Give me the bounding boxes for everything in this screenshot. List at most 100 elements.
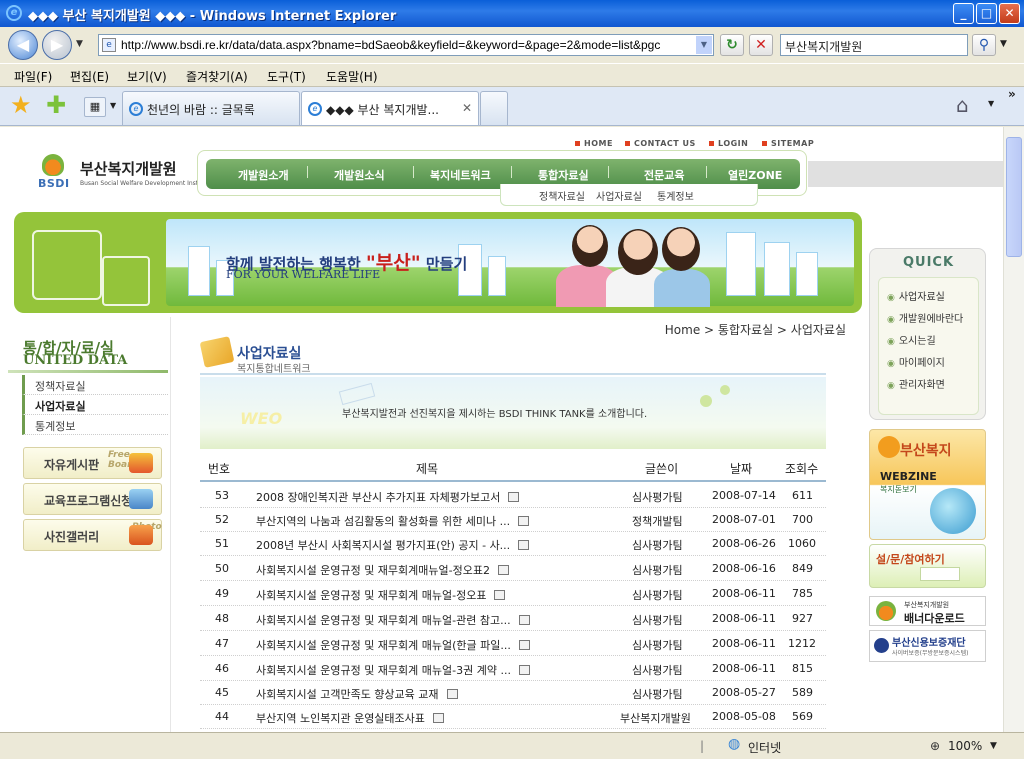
education-signup-button[interactable]: 교육프로그램신청	[23, 483, 162, 515]
menu-favorites[interactable]: 즐겨찾기(A)	[186, 68, 248, 85]
menu-file[interactable]: 파일(F)	[14, 68, 52, 85]
tab-list-icon[interactable]: ▼	[110, 101, 116, 110]
row-subject-link[interactable]: 2008 장애인복지관 부산시 추가지표 자체평가보고서	[256, 489, 556, 505]
quick-suggestions[interactable]: 개발원에바란다	[887, 310, 963, 325]
row-writer: 심사평가팀	[632, 564, 683, 577]
menu-help[interactable]: 도움말(H)	[326, 68, 378, 85]
sidebar-item-statistics[interactable]: 통계정보	[22, 415, 168, 435]
table-row: 49 사회복지시설 운영규정 및 재무회계 매뉴얼-정오표 심사평가팀 2008…	[200, 582, 826, 606]
site-logo[interactable]: BSDI 부산복지개발원 Busan Social Welfare Develo…	[38, 154, 212, 198]
quick-admin[interactable]: 관리자화면	[887, 376, 945, 391]
browser-window: e ◆◆◆ 부산 복지개발원 ◆◆◆ - Windows Internet Ex…	[0, 0, 1024, 759]
row-no: 48	[215, 612, 229, 625]
tab-bsdi[interactable]: e ◆◆◆ 부산 복지개발... ✕	[301, 91, 479, 125]
nav-news[interactable]: 개발원소식	[334, 167, 385, 183]
search-options-icon[interactable]: ▼	[1000, 39, 1007, 49]
credit-foundation-banner[interactable]: 부산신용보증재단 사이버보증(무방문보증시스템)	[869, 630, 986, 662]
paper-plane-icon	[338, 382, 376, 406]
subnav-statistics[interactable]: 통계정보	[657, 188, 694, 203]
globe-icon: ◍	[728, 736, 741, 752]
nav-education[interactable]: 전문교육	[644, 167, 684, 183]
free-board-button[interactable]: 자유게시판 Free Board	[23, 447, 162, 479]
add-favorites-icon[interactable]: ✚	[46, 93, 66, 117]
quick-directions[interactable]: 오시는길	[887, 332, 936, 347]
nav-separator	[608, 166, 609, 178]
close-button[interactable]: ✕	[999, 3, 1020, 24]
nav-separator	[413, 166, 414, 178]
row-date: 2008-05-08	[712, 710, 776, 723]
address-bar[interactable]: e http://www.bsdi.re.kr/data/data.aspx?b…	[98, 34, 714, 56]
search-icon[interactable]: ⚲	[972, 34, 996, 56]
vertical-scrollbar[interactable]	[1003, 127, 1024, 732]
nav-about[interactable]: 개발원소개	[238, 167, 289, 183]
home-icon[interactable]: ⌂	[956, 93, 969, 117]
row-writer: 심사평가팀	[632, 491, 683, 504]
globe-icon	[930, 488, 976, 534]
subnav-business[interactable]: 사업자료실	[596, 188, 642, 203]
row-subject-link[interactable]: 사회복지시설 운영규정 및 재무회계 매뉴얼(한글 파일...	[256, 637, 556, 653]
address-dropdown-icon[interactable]: ▼	[696, 36, 712, 54]
quick-menu-title: QUICK	[902, 255, 955, 270]
sidebar-item-business[interactable]: 사업자료실	[22, 395, 168, 415]
logo-mark-icon	[42, 154, 64, 176]
favorites-star-icon[interactable]: ★	[10, 93, 32, 117]
maximize-button[interactable]: □	[976, 3, 997, 24]
quick-mypage[interactable]: 마이페이지	[887, 354, 945, 369]
row-subject-link[interactable]: 사회복지시설 운영규정 및 재무회계매뉴얼-정오표2	[256, 562, 556, 578]
bsdi-logo-icon	[876, 601, 896, 621]
nav-open-zone[interactable]: 열린ZONE	[728, 167, 782, 183]
row-subject-link[interactable]: 사회복지시설 운영규정 및 재무회계 매뉴얼-정오표	[256, 587, 556, 603]
quick-business-data[interactable]: 사업자료실	[887, 288, 945, 303]
search-input[interactable]: 부산복지개발원	[780, 34, 968, 56]
home-link[interactable]: HOME	[575, 139, 613, 148]
house-icon	[920, 567, 960, 581]
row-subject-link[interactable]: 사회복지시설 고객만족도 향상교육 교재	[256, 686, 556, 702]
back-button[interactable]: ◀	[8, 30, 38, 60]
close-tab-icon[interactable]: ✕	[462, 101, 472, 115]
balloon-icon	[720, 385, 730, 395]
menu-view[interactable]: 보기(V)	[127, 68, 167, 85]
login-link[interactable]: LOGIN	[709, 139, 748, 148]
sidebar-item-policy[interactable]: 정책자료실	[22, 375, 168, 395]
sitemap-link[interactable]: SITEMAP	[762, 139, 814, 148]
subnav-policy[interactable]: 정책자료실	[539, 188, 585, 203]
tab-blog[interactable]: e 천년의 바람 :: 글목록	[122, 91, 300, 125]
row-subject-link[interactable]: 부산지역 노인복지관 운영실태조사표	[256, 710, 556, 726]
intro-box: WEO 부산복지발전과 선진복지을 제시하는 BSDI THINK TANK를 …	[200, 377, 826, 449]
new-tab-button[interactable]	[480, 91, 508, 125]
file-attachment-icon	[518, 516, 530, 526]
forward-button[interactable]: ▶	[42, 30, 72, 60]
survey-banner[interactable]: 설/문/참여하기	[869, 544, 986, 588]
zoom-level[interactable]: 100%	[948, 739, 982, 753]
photo-gallery-button[interactable]: 사진갤러리 Photo	[23, 519, 162, 551]
address-url[interactable]: http://www.bsdi.re.kr/data/data.aspx?bna…	[121, 38, 691, 52]
zoom-dropdown-icon[interactable]: ▼	[990, 741, 997, 751]
zoom-icon[interactable]: ⊕	[930, 739, 940, 753]
menu-edit[interactable]: 편집(E)	[70, 68, 109, 85]
quick-tabs-icon[interactable]: ▦	[84, 97, 106, 117]
webzine-banner[interactable]: 부산복지 WEBZINE 복지돋보기	[869, 429, 986, 540]
file-attachment-icon	[497, 565, 509, 575]
menu-tools[interactable]: 도구(T)	[267, 68, 306, 85]
table-row: 51 2008년 부산시 사회복지시설 평가지표(안) 공지 - 사... 심사…	[200, 532, 826, 556]
minimize-button[interactable]: _	[953, 3, 974, 24]
row-subject-link[interactable]: 사회복지시설 운영규정 및 재무회계 매뉴얼-3권 계약 ...	[256, 662, 556, 678]
row-subject-link[interactable]: 사회복지시설 운영규정 및 재무회계 매뉴얼-관련 참고...	[256, 612, 556, 628]
history-dropdown-icon[interactable]: ▼	[76, 39, 83, 49]
nav-data[interactable]: 통합자료실	[538, 167, 589, 183]
nav-network[interactable]: 복지네트워크	[430, 167, 491, 183]
row-subject-link[interactable]: 부산지역의 나눔과 섬김활동의 활성화를 위한 세미나 ...	[256, 513, 556, 529]
row-date: 2008-06-26	[712, 537, 776, 550]
column-views: 조회수	[785, 462, 819, 476]
refresh-button[interactable]: ↻	[720, 34, 744, 56]
nav-separator	[511, 166, 512, 178]
scrollbar-thumb[interactable]	[1006, 137, 1022, 257]
row-views: 700	[792, 513, 813, 526]
stop-button[interactable]: ✕	[749, 34, 773, 56]
toolbar-overflow-icon[interactable]: »	[1008, 87, 1016, 101]
building-shape	[796, 252, 818, 296]
banner-download[interactable]: 부산복지개발원 배너다운로드	[869, 596, 986, 626]
row-subject-link[interactable]: 2008년 부산시 사회복지시설 평가지표(안) 공지 - 사...	[256, 537, 556, 553]
contact-link[interactable]: CONTACT US	[625, 139, 696, 148]
home-dropdown-icon[interactable]: ▼	[988, 99, 994, 108]
